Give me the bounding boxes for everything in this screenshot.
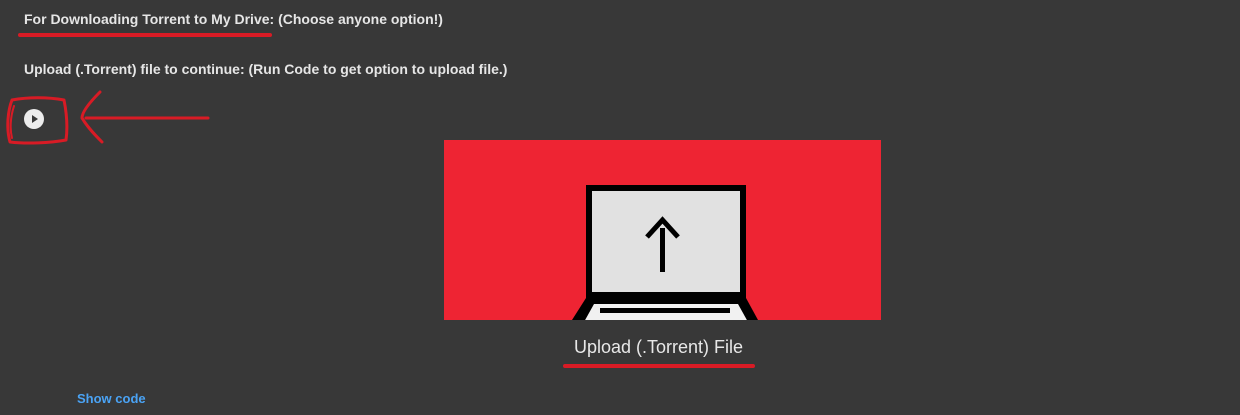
upload-torrent-label[interactable]: Upload (.Torrent) File (563, 337, 754, 358)
cell-heading: For Downloading Torrent to My Drive: (Ch… (24, 11, 443, 27)
upload-torrent-banner[interactable] (444, 140, 881, 320)
heading-underline-annotation (18, 33, 272, 37)
run-cell-button[interactable] (24, 109, 44, 129)
laptop-upload-icon (444, 140, 881, 320)
cell-subheading: Upload (.Torrent) file to continue: (Run… (24, 61, 508, 77)
upload-label-underline-annotation (563, 364, 755, 368)
notebook-cell: For Downloading Torrent to My Drive: (Ch… (0, 0, 1240, 415)
show-code-link[interactable]: Show code (77, 391, 146, 406)
